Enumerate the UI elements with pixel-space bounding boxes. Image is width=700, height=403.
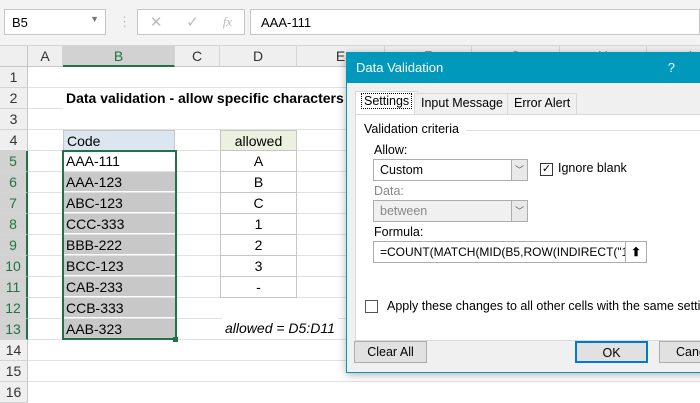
allowed-cell[interactable]: 2: [220, 235, 297, 256]
dialog-title-bar[interactable]: Data Validation?: [347, 53, 700, 83]
data-select: between ﹀: [373, 200, 528, 222]
row-header-14[interactable]: 14: [0, 340, 28, 361]
allowed-cell[interactable]: B: [220, 172, 297, 193]
row-header-6[interactable]: 6: [0, 172, 28, 193]
row-header-3[interactable]: 3: [0, 109, 28, 130]
allow-label: Allow:: [374, 143, 408, 157]
dialog-title: Data Validation: [356, 60, 444, 75]
tab-settings[interactable]: Settings: [355, 91, 419, 115]
ok-button[interactable]: OK: [575, 341, 648, 363]
row-header-13[interactable]: 13: [0, 319, 28, 340]
apply-label: Apply these changes to all other cells w…: [387, 299, 700, 313]
select-all-button[interactable]: [0, 46, 28, 67]
tab-error-alert[interactable]: Error Alert: [507, 93, 578, 114]
row-header-2[interactable]: 2: [0, 88, 28, 109]
name-box-value: B5: [12, 15, 28, 30]
allowed-cell[interactable]: C: [220, 193, 297, 214]
row-header-1[interactable]: 1: [0, 67, 28, 88]
row-header-15[interactable]: 15: [0, 361, 28, 382]
allowed-cell[interactable]: -: [220, 277, 297, 298]
allowed-cell[interactable]: 3: [220, 256, 297, 277]
row-header-8[interactable]: 8: [0, 214, 28, 235]
selection-range: [62, 150, 177, 340]
chevron-down-icon[interactable]: ▼: [90, 14, 99, 24]
column-header-d[interactable]: D: [220, 46, 297, 67]
fx-icon[interactable]: fx: [223, 14, 232, 30]
row-header-9[interactable]: 9: [0, 235, 28, 256]
chevron-down-icon: ﹀: [511, 201, 527, 221]
formula-input[interactable]: AAA-111: [250, 9, 700, 35]
data-label: Data:: [374, 184, 404, 198]
allowed-header[interactable]: allowed: [220, 130, 297, 151]
divider: [466, 130, 700, 131]
fill-handle[interactable]: [173, 337, 178, 342]
row-header-7[interactable]: 7: [0, 193, 28, 214]
row-header-4[interactable]: 4: [0, 130, 28, 151]
column-header-b[interactable]: B: [63, 46, 175, 67]
row-header-10[interactable]: 10: [0, 256, 28, 277]
row-header-11[interactable]: 11: [0, 277, 28, 298]
allow-select[interactable]: Custom ﹀: [373, 159, 528, 181]
cancel-icon[interactable]: ✕: [150, 13, 163, 31]
row-header-5[interactable]: 5: [0, 151, 28, 172]
chevron-down-icon: ﹀: [511, 160, 527, 180]
formula-label: Formula:: [374, 225, 424, 239]
data-validation-dialog: Data Validation? Settings Input Message …: [346, 52, 700, 373]
formula-buttons: ✕ ✓ fx: [137, 9, 245, 35]
apply-checkbox[interactable]: [365, 300, 378, 313]
section-label: Validation criteria: [364, 122, 459, 136]
grip-icon: ⋮: [118, 14, 131, 29]
row-header-12[interactable]: 12: [0, 298, 28, 319]
formula-field[interactable]: =COUNT(MATCH(MID(B5,ROW(INDIRECT("1:"&LE…: [373, 241, 647, 263]
column-header-a[interactable]: A: [28, 46, 63, 67]
settings-panel: Validation criteria Allow: Custom ﹀ ✓ Ign…: [355, 114, 700, 341]
sheet-title: Data validation - allow specific charact…: [63, 88, 353, 109]
allowed-cell[interactable]: 1: [220, 214, 297, 235]
ignore-blank-checkbox[interactable]: ✓: [540, 163, 553, 176]
ignore-blank-label: Ignore blank: [558, 161, 627, 175]
allowed-cell[interactable]: A: [220, 151, 297, 172]
help-button[interactable]: ?: [668, 60, 675, 75]
enter-icon[interactable]: ✓: [186, 13, 199, 31]
tab-input-message[interactable]: Input Message: [414, 93, 510, 114]
name-box[interactable]: B5 ▼: [4, 9, 106, 35]
collapse-dialog-icon: ⬆: [625, 242, 646, 262]
column-header-c[interactable]: C: [175, 46, 220, 67]
named-range-note: allowed = D5:D11: [222, 318, 338, 339]
code-header[interactable]: Code: [63, 130, 175, 151]
cancel-button[interactable]: Cancel: [659, 341, 700, 363]
clear-all-button[interactable]: Clear All: [354, 341, 427, 363]
